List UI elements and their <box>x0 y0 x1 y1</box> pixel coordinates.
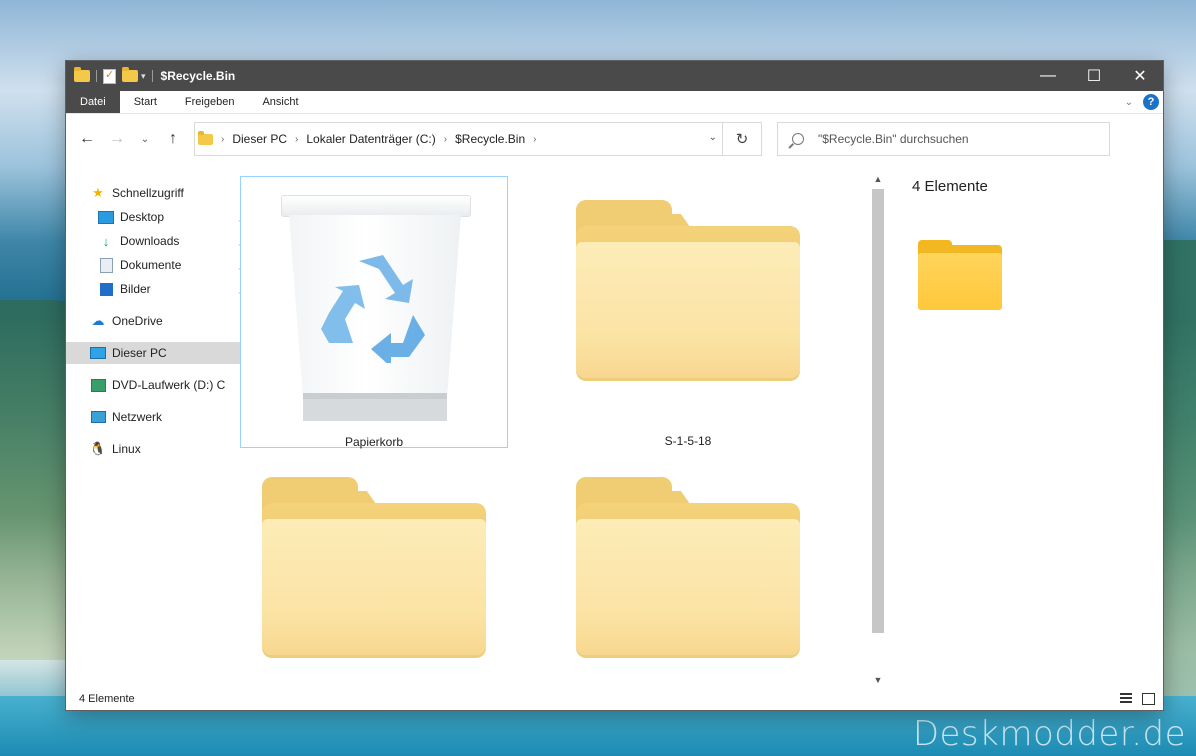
navigation-bar: ← → ⌄ ↑ › Dieser PC › Lokaler Datenträge… <box>66 114 1163 165</box>
folder-icon <box>198 130 213 145</box>
sidebar-item-label: Bilder <box>120 282 151 296</box>
sidebar-item-label: Schnellzugriff <box>112 186 184 200</box>
sidebar-item-linux[interactable]: 🐧 Linux <box>66 438 246 460</box>
recycle-bin-icon <box>281 195 471 421</box>
file-item-papierkorb[interactable]: Papierkorb <box>240 176 508 449</box>
breadcrumb-recycle-bin[interactable]: $Recycle.Bin <box>455 132 525 146</box>
sidebar-item-netzwerk[interactable]: Netzwerk <box>66 406 246 428</box>
chevron-right-icon[interactable]: › <box>533 134 536 145</box>
sidebar-item-onedrive[interactable]: ☁ OneDrive <box>66 310 246 332</box>
file-item-folder[interactable] <box>240 453 508 725</box>
sidebar-item-label: Dokumente <box>120 258 182 272</box>
maximize-button[interactable]: ☐ <box>1071 61 1117 91</box>
sidebar-item-label: Netzwerk <box>112 410 163 424</box>
sidebar-item-label: OneDrive <box>112 314 163 328</box>
file-name: Papierkorb <box>344 435 404 449</box>
pictures-icon <box>98 281 114 297</box>
details-item-count: 4 Elemente <box>912 178 988 195</box>
chevron-right-icon[interactable]: › <box>444 134 447 145</box>
cloud-icon: ☁ <box>91 313 105 328</box>
main-area: ★ Schnellzugriff Desktop 📌 ↓ Downloads 📌… <box>66 165 1163 688</box>
file-name: S-1-5-18 <box>664 434 712 448</box>
sidebar-item-label: Dieser PC <box>112 346 167 360</box>
scroll-up-button[interactable]: ▲ <box>870 171 886 187</box>
help-icon[interactable]: ? <box>1143 94 1159 110</box>
tab-datei[interactable]: Datei <box>66 91 120 113</box>
network-icon <box>90 409 106 425</box>
up-button[interactable]: ↑ <box>158 130 188 148</box>
file-item-folder[interactable]: S-1-5-18 <box>554 176 822 448</box>
tab-ansicht[interactable]: Ansicht <box>248 91 312 113</box>
star-icon: ★ <box>92 185 104 200</box>
search-input[interactable]: "$Recycle.Bin" durchsuchen <box>818 132 969 146</box>
chevron-right-icon[interactable]: › <box>295 134 298 145</box>
details-pane: 4 Elemente <box>912 165 1163 688</box>
folder-icon <box>74 67 90 82</box>
scroll-down-button[interactable]: ▼ <box>870 672 886 688</box>
sidebar-item-dvd[interactable]: DVD-Laufwerk (D:) C <box>66 374 246 396</box>
search-icon <box>792 133 804 145</box>
details-view-icon[interactable] <box>1120 693 1132 703</box>
window-title: $Recycle.Bin <box>160 69 236 83</box>
recent-locations-button[interactable]: ⌄ <box>132 134 158 145</box>
refresh-button[interactable]: ↻ <box>722 123 761 155</box>
status-item-count: 4 Elemente <box>79 693 135 705</box>
ribbon-tabs: Datei Start Freigeben Ansicht ⌄ ? <box>66 91 1163 114</box>
desktop-icon <box>98 209 114 225</box>
document-icon <box>98 257 114 273</box>
breadcrumb-lokaler-datentraeger[interactable]: Lokaler Datenträger (C:) <box>306 132 435 146</box>
navigation-pane: ★ Schnellzugriff Desktop 📌 ↓ Downloads 📌… <box>66 165 250 688</box>
sidebar-item-dieser-pc[interactable]: Dieser PC <box>66 342 246 364</box>
watermark: Deskmodder.de <box>912 714 1186 754</box>
dvd-icon <box>90 377 106 393</box>
tab-freigeben[interactable]: Freigeben <box>171 91 249 113</box>
quick-access-toolbar: ▾ <box>66 67 153 84</box>
back-button[interactable]: ← <box>72 130 102 148</box>
penguin-icon: 🐧 <box>89 441 107 456</box>
address-bar[interactable]: › Dieser PC › Lokaler Datenträger (C:) ›… <box>194 122 762 156</box>
new-folder-icon[interactable] <box>122 67 138 82</box>
separator <box>96 70 97 82</box>
chevron-right-icon[interactable]: › <box>221 134 224 145</box>
forward-button[interactable]: → <box>102 130 132 148</box>
file-list: Papierkorb S-1-5-18 <box>224 165 854 688</box>
address-history-dropdown[interactable]: ⌄ <box>709 132 717 143</box>
sidebar-item-schnellzugriff[interactable]: ★ Schnellzugriff <box>66 182 246 204</box>
explorer-window: ▾ $Recycle.Bin — ☐ ✕ Datei Start Freigeb… <box>66 61 1163 710</box>
status-bar: 4 Elemente <box>66 688 1163 710</box>
monitor-icon <box>90 345 106 361</box>
large-icons-view-icon[interactable] <box>1142 693 1155 705</box>
download-icon: ↓ <box>102 233 110 249</box>
vertical-scrollbar[interactable]: ▲ ▼ <box>870 171 886 688</box>
separator <box>151 70 153 82</box>
sidebar-item-label: Downloads <box>120 234 180 248</box>
title-bar[interactable]: ▾ $Recycle.Bin — ☐ ✕ <box>66 61 1163 91</box>
sidebar-item-label: DVD-Laufwerk (D:) C <box>112 378 226 392</box>
file-item-folder[interactable] <box>554 453 822 725</box>
expand-ribbon-icon[interactable]: ⌄ <box>1125 97 1133 108</box>
properties-icon[interactable] <box>103 68 116 84</box>
scrollbar-thumb[interactable] <box>872 189 884 633</box>
close-button[interactable]: ✕ <box>1117 61 1163 91</box>
chevron-down-icon[interactable]: ▾ <box>141 71 146 82</box>
sidebar-item-label: Desktop <box>120 210 165 224</box>
breadcrumb-dieser-pc[interactable]: Dieser PC <box>232 132 287 146</box>
minimize-button[interactable]: — <box>1025 61 1071 91</box>
search-box[interactable]: "$Recycle.Bin" durchsuchen <box>777 122 1110 156</box>
tab-start[interactable]: Start <box>120 91 171 113</box>
sidebar-item-label: Linux <box>112 442 141 456</box>
